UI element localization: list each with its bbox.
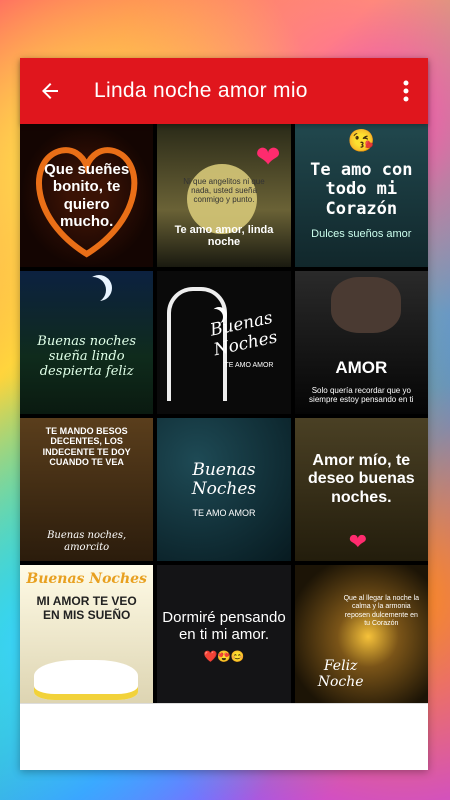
image-tile[interactable]: Buenas Noches TE AMO AMOR: [157, 418, 291, 561]
tile-caption: TE MANDO BESOS DECENTES, LOS INDECENTE T…: [42, 426, 131, 468]
tile-caption: Dormiré pensando en ti mi amor.: [162, 608, 286, 644]
puppy-image: [34, 660, 138, 700]
app-bar: Linda noche amor mio: [20, 58, 428, 124]
tile-caption: Ni que angelitos ni que nada, usted sueñ…: [183, 176, 265, 205]
tile-subcaption: TE AMO AMOR: [224, 362, 274, 370]
image-tile[interactable]: Que al llegar la noche la calma y la arm…: [294, 565, 428, 708]
tile-caption: Amor mío, te deseo buenas noches.: [307, 451, 415, 506]
tile-caption: AMOR: [335, 358, 388, 378]
image-tile[interactable]: AMOR Solo quería recordar que yo siempre…: [294, 271, 428, 414]
tile-caption: Te amo con todo mi Corazón: [310, 159, 413, 219]
tile-caption: Que sueñes bonito, te quiero mucho.: [44, 161, 130, 230]
image-tile[interactable]: Buenas Noches MI AMOR TE VEO EN MIS SUEÑ…: [20, 565, 154, 708]
tile-caption: Buenas Noches: [191, 459, 257, 500]
image-tile[interactable]: Amor mío, te deseo buenas noches. ❤: [294, 418, 428, 561]
tile-subcaption: Te amo amor, linda noche: [174, 223, 274, 249]
heart-icon: ❤: [255, 141, 281, 174]
tile-subcaption: TE AMO AMOR: [192, 507, 256, 518]
tile-caption: Buenas Noches: [26, 571, 147, 587]
image-tile[interactable]: Dormiré pensando en ti mi amor. ❤️😍😊: [157, 565, 291, 708]
image-tile[interactable]: 😘 Te amo con todo mi Corazón Dulces sueñ…: [294, 124, 428, 267]
image-tile[interactable]: Que sueñes bonito, te quiero mucho.: [20, 124, 154, 267]
tile-caption: Buenas noches sueña lindo despierta feli…: [37, 334, 137, 379]
image-tile[interactable]: TE MANDO BESOS DECENTES, LOS INDECENTE T…: [20, 418, 154, 561]
image-tile[interactable]: Buenas noches sueña lindo despierta feli…: [20, 271, 154, 414]
image-tile[interactable]: Buenas Noches TE AMO AMOR: [157, 271, 291, 414]
tile-subcaption: Buenas noches, amorcito: [47, 530, 127, 553]
ad-banner[interactable]: [20, 703, 428, 770]
tile-caption: Que al llegar la noche la calma y la arm…: [343, 595, 420, 627]
image-tile[interactable]: ❤ Ni que angelitos ni que nada, usted su…: [157, 124, 291, 267]
page-title: Linda noche amor mio: [94, 79, 308, 102]
more-vert-icon[interactable]: [388, 69, 424, 113]
tile-subcaption: Solo quería recordar que yo siempre esto…: [309, 385, 414, 404]
heart-icon: ❤: [348, 529, 368, 554]
tile-subcaption: Feliz Noche: [317, 657, 364, 690]
moon-icon: [80, 277, 106, 303]
arrow-left-icon[interactable]: [28, 69, 72, 113]
tile-subcaption: MI AMOR TE VEO EN MIS SUEÑO: [36, 594, 137, 622]
tile-subcaption: Dulces sueños amor: [311, 227, 412, 240]
app-screen: Linda noche amor mio Que sueñes bonito, …: [20, 58, 428, 770]
image-grid: Que sueñes bonito, te quiero mucho. ❤ Ni…: [20, 124, 428, 770]
tile-subcaption: ❤️😍😊: [203, 651, 245, 664]
kiss-emoji-icon: 😘: [347, 128, 376, 153]
